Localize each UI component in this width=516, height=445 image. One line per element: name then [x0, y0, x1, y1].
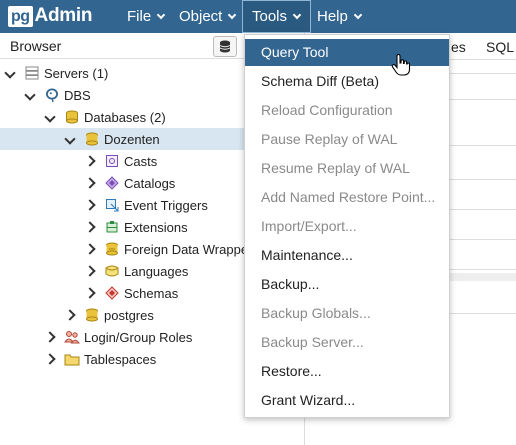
tree-node-casts[interactable]: Casts: [84, 150, 158, 172]
chevron-down-icon[interactable]: [44, 111, 56, 123]
menu-object-label: Object: [179, 8, 223, 25]
tree-node-schemas[interactable]: Schemas: [84, 282, 179, 304]
database-icon: [84, 131, 100, 147]
tree-label-languages: Languages: [124, 263, 189, 279]
menu-item-add-named-restore-point: Add Named Restore Point...: [261, 189, 436, 205]
casts-icon: [104, 153, 120, 169]
chevron-down-icon: [156, 10, 166, 19]
logo-admin-text: Admin: [34, 5, 93, 26]
tree-node-extensions[interactable]: Extensions: [84, 216, 188, 238]
tree-node-login-group-roles[interactable]: Login/Group Roles: [44, 326, 193, 348]
pgadmin-logo[interactable]: pg Admin: [8, 5, 92, 27]
tree-label-foreign-data-wrappers: Foreign Data Wrappers: [124, 241, 259, 257]
chevron-right-icon[interactable]: [84, 243, 96, 255]
languages-icon: [104, 263, 120, 279]
database-icon: [219, 40, 231, 53]
chevron-down-icon: [353, 10, 363, 19]
postgres-server-icon: [44, 87, 60, 103]
menu-item-maintenance[interactable]: Maintenance...: [245, 242, 449, 269]
tree-label-dbs: DBS: [64, 87, 91, 103]
tree-node-tablespaces[interactable]: Tablespaces: [44, 348, 157, 370]
tree-label-postgres: postgres: [104, 307, 154, 323]
tree-node-languages[interactable]: Languages: [84, 260, 189, 282]
chevron-right-icon[interactable]: [84, 199, 96, 211]
tab-sql[interactable]: SQL: [486, 39, 514, 55]
chevron-down-icon[interactable]: [4, 67, 16, 79]
chevron-right-icon[interactable]: [84, 287, 96, 299]
chevron-down-icon[interactable]: [64, 133, 76, 145]
tree-node-postgres[interactable]: postgres: [64, 304, 154, 326]
chevron-down-icon: [228, 10, 237, 19]
tree-node-catalogs[interactable]: Catalogs: [84, 172, 176, 194]
menu-item-query-tool[interactable]: Query Tool: [245, 39, 449, 66]
menu-item-backup-globals: Backup Globals...: [261, 305, 371, 321]
menu-help[interactable]: Help: [308, 0, 370, 33]
tree-node-databases[interactable]: Databases (2): [44, 106, 166, 128]
tree-label-servers: Servers (1): [44, 65, 109, 81]
menu-item-grant-wizard[interactable]: Grant Wizard...: [245, 387, 449, 414]
menu-item-backup[interactable]: Backup...: [245, 271, 449, 298]
extensions-icon: [104, 219, 120, 235]
tree-node-servers[interactable]: Servers (1): [4, 62, 109, 84]
chevron-right-icon[interactable]: [84, 265, 96, 277]
tree-label-schemas: Schemas: [124, 285, 179, 301]
menu-item-backup-server: Backup Server...: [261, 334, 364, 350]
chevron-right-icon[interactable]: [44, 353, 56, 365]
tree-node-event-triggers[interactable]: Event Triggers: [84, 194, 208, 216]
chevron-right-icon[interactable]: [84, 221, 96, 233]
tree-node-dbs[interactable]: DBS: [24, 84, 91, 106]
databases-icon: [64, 109, 80, 125]
chevron-right-icon[interactable]: [84, 177, 96, 189]
tree-node-foreign-data-wrappers[interactable]: Foreign Data Wrappers: [84, 238, 259, 260]
tree-label-extensions: Extensions: [124, 219, 188, 235]
servers-icon: [24, 65, 40, 81]
menu-object[interactable]: Object: [170, 0, 244, 33]
tablespaces-icon: [64, 351, 80, 367]
menu-tools-label: Tools: [252, 8, 288, 25]
menu-item-reload-configuration: Reload Configuration: [261, 102, 393, 118]
chevron-down-icon: [292, 10, 302, 19]
top-navbar: pg Admin File Object Tools Help: [0, 0, 516, 33]
database-icon: [84, 307, 100, 323]
catalogs-icon: [104, 175, 120, 191]
schemas-icon: [104, 285, 120, 301]
tab-properties[interactable]: es: [451, 39, 466, 55]
menu-tools[interactable]: Tools: [242, 0, 311, 33]
hand-pointer-cursor-icon: [391, 54, 411, 76]
chevron-right-icon[interactable]: [44, 331, 56, 343]
tree-label-dozenten: Dozenten: [104, 131, 160, 147]
tree-label-databases: Databases (2): [84, 109, 166, 125]
chevron-down-icon[interactable]: [24, 89, 36, 101]
tree-label-tablespaces: Tablespaces: [84, 351, 157, 367]
menu-item-pause-replay-wal: Pause Replay of WAL: [261, 131, 398, 147]
menu-item-import-export: Import/Export...: [261, 218, 357, 234]
menu-item-resume-replay-wal: Resume Replay of WAL: [261, 160, 410, 176]
query-tool-button[interactable]: [213, 36, 237, 57]
tree-label-casts: Casts: [124, 153, 158, 169]
roles-icon: [64, 329, 80, 345]
logo-pg-text: pg: [8, 5, 33, 27]
menu-item-schema-diff[interactable]: Schema Diff (Beta): [245, 68, 449, 95]
menu-item-restore[interactable]: Restore...: [245, 358, 449, 385]
tree-label-catalogs: Catalogs: [124, 175, 176, 191]
tree-label-login-group-roles: Login/Group Roles: [84, 329, 193, 345]
menu-file-label: File: [127, 8, 152, 25]
event-triggers-icon: [104, 197, 120, 213]
chevron-right-icon[interactable]: [64, 309, 76, 321]
chevron-right-icon[interactable]: [84, 155, 96, 167]
foreign-data-wrappers-icon: [104, 241, 120, 257]
tools-dropdown-menu: Query Tool Schema Diff (Beta) Reload Con…: [244, 34, 450, 418]
menu-file[interactable]: File: [118, 0, 173, 33]
tree-label-event-triggers: Event Triggers: [124, 197, 208, 213]
menu-help-label: Help: [317, 8, 348, 25]
browser-title: Browser: [10, 38, 62, 54]
